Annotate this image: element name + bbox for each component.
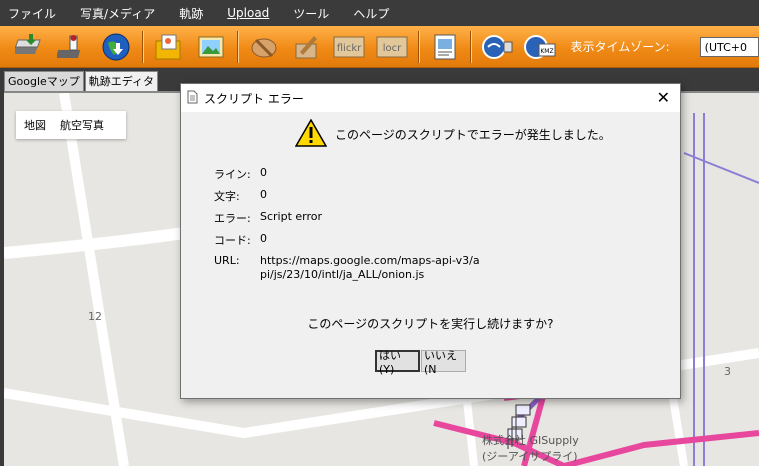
- toolbar-separator: [470, 30, 472, 63]
- google-earth-icon[interactable]: [480, 30, 514, 64]
- export-icon[interactable]: [428, 30, 462, 64]
- detail-value: 0: [260, 188, 267, 201]
- locr-icon[interactable]: locr: [375, 30, 409, 64]
- flickr-icon[interactable]: flickr: [332, 30, 366, 64]
- map-type-satellite[interactable]: 航空写真: [60, 119, 104, 132]
- url-value: https://maps.google.com/maps-api-v3/api/…: [260, 254, 480, 281]
- import-icon[interactable]: [14, 30, 48, 64]
- toolbar: flickr locr KMZ 表示タイムゾーン: (UTC+0: [0, 26, 759, 68]
- detail-value: 0: [260, 166, 267, 179]
- poi-label: 株式会社 GISupply (ジーアイサプライ): [482, 432, 579, 464]
- error-details: ライン: 0 文字: 0 エラー: Script error コード: 0 URL: ht…: [214, 166, 480, 288]
- detail-key: ライン:: [214, 168, 251, 181]
- toolbar-separator: [141, 30, 143, 63]
- detail-row: 文字: 0: [214, 188, 480, 204]
- photo-icon[interactable]: [194, 30, 228, 64]
- error-heading: このページのスクリプトでエラーが発生しました。: [335, 128, 611, 142]
- detail-row: ライン: 0: [214, 166, 480, 182]
- edit-icon[interactable]: [289, 30, 323, 64]
- detail-row: URL: https://maps.google.com/maps-api-v3/…: [214, 254, 480, 282]
- detail-row: エラー: Script error: [214, 210, 480, 226]
- dialog-buttons: はい(Y) いいえ(N: [375, 349, 466, 376]
- menu-file[interactable]: ファイル: [8, 5, 56, 22]
- timezone-label: 表示タイムゾーン:: [570, 40, 670, 54]
- menu-tools[interactable]: ツール: [293, 5, 329, 22]
- poi-name: 株式会社 GISupply: [482, 434, 579, 447]
- kmz-label: KMZ: [541, 48, 554, 55]
- close-icon[interactable]: ✕: [657, 88, 670, 107]
- flickr-label: flickr: [337, 43, 362, 54]
- timezone-select[interactable]: (UTC+0: [699, 36, 759, 57]
- tab-track-editor[interactable]: 軌跡エディタ: [84, 71, 159, 91]
- map-label-12: 12: [88, 310, 102, 323]
- map-type-control: 地図 航空写真: [16, 111, 126, 139]
- folder-photo-icon[interactable]: [152, 30, 186, 64]
- detail-key: URL:: [214, 254, 240, 267]
- no-button[interactable]: いいえ(N: [421, 349, 466, 376]
- warning-row: このページのスクリプトでエラーが発生しました。: [294, 118, 611, 150]
- script-error-dialog: スクリプト エラー ✕ このページのスクリプトでエラーが発生しました。 ライン:…: [180, 83, 681, 399]
- detail-key: 文字:: [214, 190, 240, 203]
- detail-key: コード:: [214, 234, 251, 247]
- detail-value: 0: [260, 232, 267, 245]
- globe-download-icon[interactable]: [99, 30, 133, 64]
- map-label-3: 3: [724, 365, 731, 378]
- geotag-icon[interactable]: [247, 30, 281, 64]
- tab-google-map[interactable]: Googleマップ: [4, 71, 84, 91]
- menu-bar: ファイル 写真/メディア 軌跡 Upload ツール ヘルプ: [0, 0, 759, 26]
- toolbar-separator: [417, 30, 419, 63]
- poi-name-reading: (ジーアイサプライ): [482, 450, 578, 463]
- menu-track[interactable]: 軌跡: [179, 5, 203, 22]
- gps-device-icon[interactable]: [57, 30, 91, 64]
- detail-row: コード: 0: [214, 232, 480, 248]
- continue-question: このページのスクリプトを実行し続けますか?: [307, 317, 554, 331]
- locr-label: locr: [383, 43, 402, 54]
- yes-button[interactable]: はい(Y): [375, 349, 420, 376]
- detail-value: Script error: [260, 210, 323, 223]
- menu-photo-media[interactable]: 写真/メディア: [80, 5, 155, 22]
- menu-upload[interactable]: Upload: [227, 6, 269, 20]
- document-icon: [187, 90, 198, 107]
- menu-help[interactable]: ヘルプ: [353, 5, 389, 22]
- map-type-map[interactable]: 地図: [24, 119, 46, 132]
- dialog-title: スクリプト エラー: [204, 91, 304, 106]
- dialog-titlebar: スクリプト エラー: [181, 84, 680, 112]
- kmz-icon[interactable]: KMZ: [523, 30, 557, 64]
- toolbar-separator: [236, 30, 238, 63]
- warning-icon: [294, 118, 328, 150]
- detail-key: エラー:: [214, 212, 251, 225]
